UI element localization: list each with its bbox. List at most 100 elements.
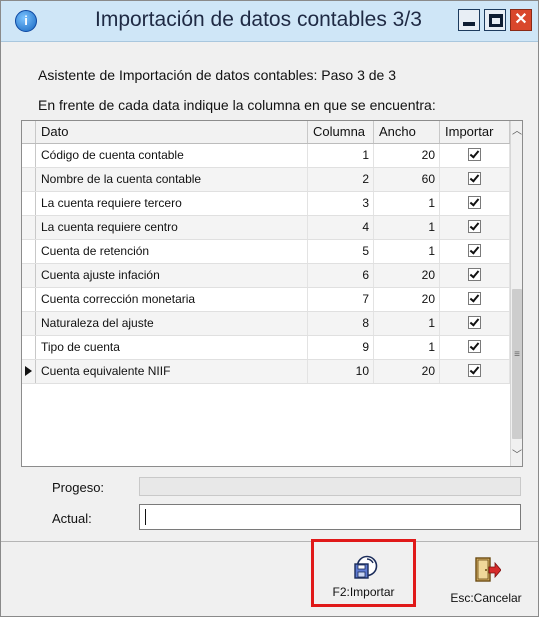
mapping-grid[interactable]: Dato Columna Ancho Importar Código de cu…	[21, 120, 523, 467]
close-button[interactable]: ✕	[510, 9, 532, 31]
row-indicator[interactable]	[22, 264, 36, 287]
importar-checkbox[interactable]	[468, 172, 481, 185]
cell-dato[interactable]: La cuenta requiere tercero	[36, 192, 308, 215]
row-indicator[interactable]	[22, 288, 36, 311]
scroll-thumb[interactable]	[512, 289, 522, 439]
row-indicator[interactable]	[22, 336, 36, 359]
importar-checkbox[interactable]	[468, 292, 481, 305]
table-row[interactable]: Cuenta corrección monetaria 7 20	[22, 288, 510, 312]
cell-dato[interactable]: Cuenta corrección monetaria	[36, 288, 308, 311]
header-ancho[interactable]: Ancho	[374, 121, 440, 143]
cell-dato[interactable]: Tipo de cuenta	[36, 336, 308, 359]
title-bar[interactable]: i Importación de datos contables 3/3 ✕	[1, 1, 538, 42]
import-button[interactable]: F2:Importar	[311, 539, 416, 607]
cell-columna[interactable]: 1	[308, 144, 374, 167]
cell-columna[interactable]: 8	[308, 312, 374, 335]
cell-ancho[interactable]: 1	[374, 192, 440, 215]
importar-checkbox[interactable]	[468, 196, 481, 209]
progress-label: Progeso:	[52, 480, 105, 495]
importar-checkbox[interactable]	[468, 364, 481, 377]
cell-columna[interactable]: 3	[308, 192, 374, 215]
scroll-down-arrow-icon[interactable]: ﹀	[511, 448, 522, 464]
cell-columna[interactable]: 9	[308, 336, 374, 359]
cell-importar	[440, 168, 510, 191]
wizard-step-text: Asistente de Importación de datos contab…	[38, 67, 397, 83]
cell-dato[interactable]: Naturaleza del ajuste	[36, 312, 308, 335]
cell-importar	[440, 216, 510, 239]
row-indicator[interactable]	[22, 216, 36, 239]
table-row[interactable]: Cuenta equivalente NIIF 10 20	[22, 360, 510, 384]
cell-dato[interactable]: Cuenta de retención	[36, 240, 308, 263]
cell-columna[interactable]: 5	[308, 240, 374, 263]
cell-importar	[440, 312, 510, 335]
footer-divider	[1, 541, 538, 542]
cell-ancho[interactable]: 20	[374, 288, 440, 311]
import-button-label: F2:Importar	[332, 585, 395, 599]
cell-importar	[440, 240, 510, 263]
grid-header: Dato Columna Ancho Importar	[22, 121, 510, 144]
cell-importar	[440, 192, 510, 215]
table-row[interactable]: La cuenta requiere tercero 3 1	[22, 192, 510, 216]
current-row-pointer-icon	[25, 366, 32, 376]
cancel-button-label: Esc:Cancelar	[450, 591, 522, 605]
text-caret	[145, 509, 146, 525]
row-indicator[interactable]	[22, 168, 36, 191]
table-row[interactable]: Cuenta ajuste infación 6 20	[22, 264, 510, 288]
grid-rows: Código de cuenta contable 1 20 Nombre de la…	[22, 144, 510, 384]
importar-checkbox[interactable]	[468, 268, 481, 281]
cell-dato[interactable]: Nombre de la cuenta contable	[36, 168, 308, 191]
import-wizard-window: i Importación de datos contables 3/3 ✕ A…	[0, 0, 539, 617]
cell-dato[interactable]: Código de cuenta contable	[36, 144, 308, 167]
cell-dato[interactable]: Cuenta ajuste infación	[36, 264, 308, 287]
importar-checkbox[interactable]	[468, 316, 481, 329]
cell-ancho[interactable]: 20	[374, 360, 440, 383]
row-indicator[interactable]	[22, 192, 36, 215]
maximize-button[interactable]	[484, 9, 506, 31]
cell-importar	[440, 144, 510, 167]
row-indicator[interactable]	[22, 360, 36, 383]
row-indicator[interactable]	[22, 240, 36, 263]
cell-columna[interactable]: 10	[308, 360, 374, 383]
table-row[interactable]: Código de cuenta contable 1 20	[22, 144, 510, 168]
cell-columna[interactable]: 6	[308, 264, 374, 287]
header-importar[interactable]: Importar	[440, 121, 510, 143]
wizard-instruction: En frente de cada data indique la column…	[38, 97, 436, 113]
exit-door-icon	[475, 557, 501, 582]
importar-checkbox[interactable]	[468, 148, 481, 161]
row-indicator[interactable]	[22, 312, 36, 335]
minimize-button[interactable]	[458, 9, 480, 31]
cancel-button[interactable]: Esc:Cancelar	[441, 546, 531, 611]
cell-ancho[interactable]: 1	[374, 312, 440, 335]
actual-label: Actual:	[52, 511, 92, 526]
importar-checkbox[interactable]	[468, 244, 481, 257]
table-row[interactable]: Nombre de la cuenta contable 2 60	[22, 168, 510, 192]
table-row[interactable]: Naturaleza del ajuste 8 1	[22, 312, 510, 336]
cell-ancho[interactable]: 20	[374, 144, 440, 167]
cell-dato[interactable]: Cuenta equivalente NIIF	[36, 360, 308, 383]
table-row[interactable]: Tipo de cuenta 9 1	[22, 336, 510, 360]
progress-bar	[139, 477, 521, 496]
scroll-up-arrow-icon[interactable]: ︿	[511, 124, 522, 140]
importar-checkbox[interactable]	[468, 340, 481, 353]
header-dato[interactable]: Dato	[36, 121, 308, 143]
cell-ancho[interactable]: 1	[374, 240, 440, 263]
cell-ancho[interactable]: 20	[374, 264, 440, 287]
cell-ancho[interactable]: 1	[374, 336, 440, 359]
app-info-icon: i	[15, 10, 37, 32]
grid-vertical-scrollbar[interactable]: ︿ ﹀	[510, 121, 522, 466]
header-columna[interactable]: Columna	[308, 121, 374, 143]
actual-field[interactable]	[139, 504, 521, 530]
cell-dato[interactable]: La cuenta requiere centro	[36, 216, 308, 239]
cell-columna[interactable]: 4	[308, 216, 374, 239]
table-row[interactable]: Cuenta de retención 5 1	[22, 240, 510, 264]
cell-ancho[interactable]: 60	[374, 168, 440, 191]
header-indicator-cell	[22, 121, 36, 143]
cell-ancho[interactable]: 1	[374, 216, 440, 239]
cell-columna[interactable]: 2	[308, 168, 374, 191]
row-indicator[interactable]	[22, 144, 36, 167]
cell-columna[interactable]: 7	[308, 288, 374, 311]
importar-checkbox[interactable]	[468, 220, 481, 233]
cell-importar	[440, 336, 510, 359]
window-title: Importación de datos contables 3/3	[95, 8, 422, 31]
table-row[interactable]: La cuenta requiere centro 4 1	[22, 216, 510, 240]
